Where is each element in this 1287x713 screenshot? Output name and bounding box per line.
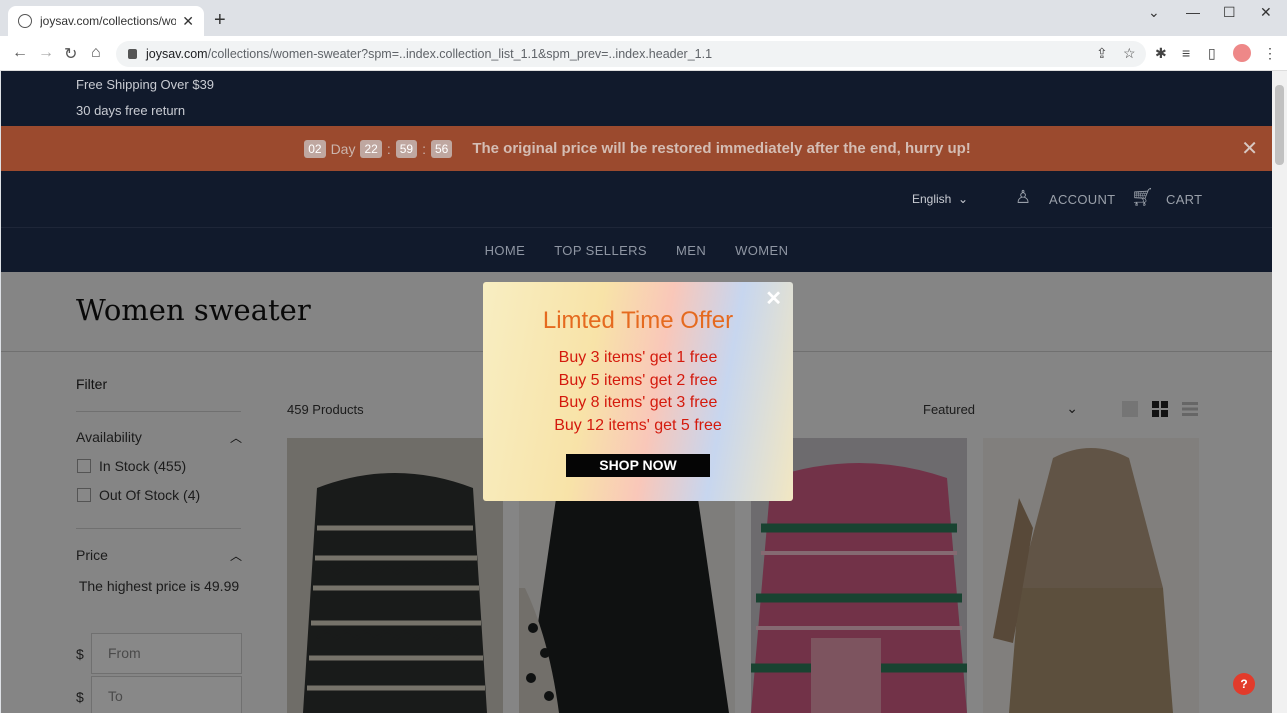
cart-link[interactable]: CART (1166, 192, 1202, 207)
bookmark-star-icon[interactable]: ☆ (1123, 45, 1136, 62)
countdown-separator: : (422, 140, 426, 157)
tab-search-icon[interactable]: ⌄ (1148, 4, 1160, 21)
close-tab-icon[interactable]: ✕ (182, 13, 194, 30)
browser-tabbar: joysav.com/collections/women-s ✕ + ⌄ — ☐… (0, 0, 1287, 36)
url-text[interactable]: joysav.com/collections/women-sweater?spm… (146, 47, 712, 61)
new-tab-button[interactable]: + (214, 9, 226, 32)
site-header: English ⌄ ♙ ACCOUNT 🛒︎ CART (1, 171, 1272, 227)
popup-title: Limted Time Offer (542, 307, 734, 334)
nav-home[interactable]: HOME (485, 243, 526, 258)
page-scrollbar[interactable] (1272, 71, 1287, 713)
countdown-hours: 22 (360, 139, 382, 158)
shop-now-button[interactable]: SHOP NOW (566, 454, 710, 477)
back-button[interactable]: ← (12, 44, 28, 62)
offer-list: Buy 3 items' get 1 free Buy 5 items' get… (483, 347, 793, 437)
profile-avatar[interactable] (1233, 44, 1251, 62)
side-panel-icon[interactable]: ▯ (1208, 45, 1216, 62)
offer-item: Buy 5 items' get 2 free (558, 371, 718, 389)
offer-item: Buy 3 items' get 1 free (558, 349, 718, 366)
media-control-icon[interactable]: ≡ (1182, 45, 1190, 61)
close-popup-icon[interactable]: ✕ (765, 286, 782, 311)
url-bar[interactable]: joysav.com/collections/women-sweater?spm… (116, 41, 1146, 67)
countdown-banner: 02 Day 22 : 59 : 56 The original price w… (1, 126, 1272, 171)
language-selector[interactable]: English ⌄ (912, 192, 968, 206)
announcement-bar: Free Shipping Over $39 30 days free retu… (1, 71, 1272, 126)
menu-kebab-icon[interactable]: ⋮ (1263, 45, 1277, 62)
cart-icon[interactable]: 🛒︎ (1131, 187, 1154, 208)
lock-icon[interactable] (128, 49, 137, 59)
account-icon[interactable]: ♙ (1015, 187, 1031, 208)
tab-title: joysav.com/collections/women-s (40, 14, 177, 28)
close-banner-icon[interactable]: ✕ (1241, 136, 1258, 161)
free-return-text: 30 days free return (76, 103, 186, 118)
nav-women[interactable]: WOMEN (735, 243, 788, 258)
offer-popup: ✕ Limted Time Offer Buy 3 items' get 1 f… (483, 282, 793, 501)
countdown-minutes: 59 (395, 139, 418, 158)
help-chat-icon[interactable]: ? (1233, 673, 1255, 695)
scrollbar-thumb[interactable] (1275, 85, 1284, 165)
home-button[interactable]: ⌂ (91, 44, 101, 62)
nav-top-sellers[interactable]: TOP SELLERS (554, 243, 647, 258)
reload-button[interactable]: ↻ (64, 44, 77, 64)
countdown-message: The original price will be restored imme… (472, 140, 971, 157)
browser-tab[interactable]: joysav.com/collections/women-s ✕ (8, 6, 204, 36)
forward-button[interactable]: → (38, 44, 54, 62)
web-page: Free Shipping Over $39 30 days free retu… (1, 71, 1272, 713)
countdown-day-label: Day (330, 140, 356, 157)
address-toolbar: ← → ↻ ⌂ joysav.com/collections/women-swe… (0, 36, 1287, 71)
share-icon[interactable]: ⇪ (1096, 45, 1108, 62)
extensions-icon[interactable]: ✱ (1155, 45, 1167, 62)
offer-item: Buy 12 items' get 5 free (554, 416, 722, 434)
countdown-separator: : (386, 140, 391, 157)
minimize-button[interactable]: — (1186, 4, 1200, 20)
main-nav: HOME TOP SELLERS MEN WOMEN (1, 227, 1272, 272)
globe-icon (18, 14, 32, 28)
maximize-button[interactable]: ☐ (1223, 4, 1236, 21)
nav-men[interactable]: MEN (676, 243, 706, 258)
offer-item: Buy 8 items' get 3 free (558, 394, 718, 411)
countdown-days: 02 (304, 139, 326, 158)
account-link[interactable]: ACCOUNT (1049, 192, 1115, 207)
free-shipping-text: Free Shipping Over $39 (76, 77, 215, 92)
close-window-button[interactable]: ✕ (1260, 4, 1272, 21)
countdown-seconds: 56 (430, 139, 453, 158)
